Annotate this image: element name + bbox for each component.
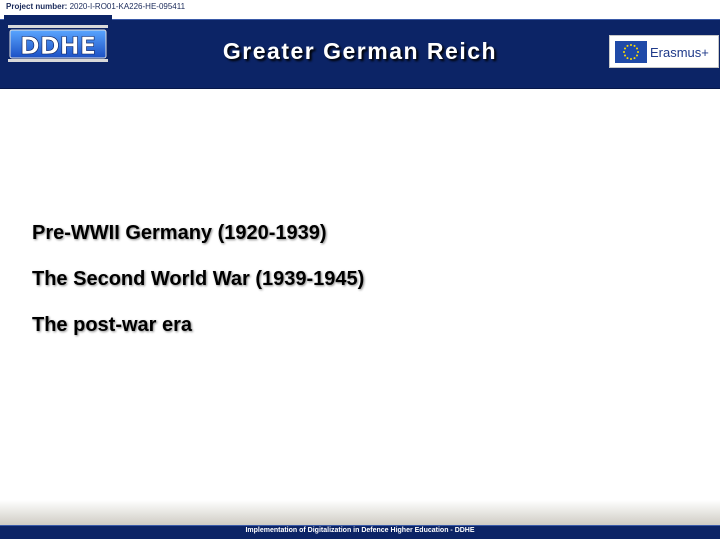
footer-shadow (0, 500, 720, 525)
erasmus-plus-logo: Erasmus+ (609, 35, 719, 68)
footer-bar: Implementation of Digitalization in Defe… (0, 525, 720, 539)
topic-item-second-world-war: The Second World War (1939-1945) (32, 268, 365, 290)
ddhe-logo: DDHE (4, 15, 112, 73)
project-number-label: Project number: (6, 2, 68, 11)
topic-item-pre-wwii: Pre-WWII Germany (1920-1939) (32, 222, 327, 244)
topic-item-post-war: The post-war era (32, 314, 193, 336)
slide-title: Greater German Reich (222, 38, 498, 64)
topic-list: Pre-WWII Germany (1920-1939) The Second … (32, 220, 364, 358)
footer-text: Implementation of Digitalization in Defe… (245, 527, 475, 534)
eu-flag-icon (615, 41, 647, 63)
project-number-value: 2020-I-RO01-KA226-HE-095411 (69, 2, 186, 11)
project-number-line: Project number: 2020-I-RO01-KA226-HE-095… (6, 2, 185, 11)
erasmus-plus-text: Erasmus+ (650, 45, 709, 60)
svg-text:DDHE: DDHE (20, 32, 96, 60)
